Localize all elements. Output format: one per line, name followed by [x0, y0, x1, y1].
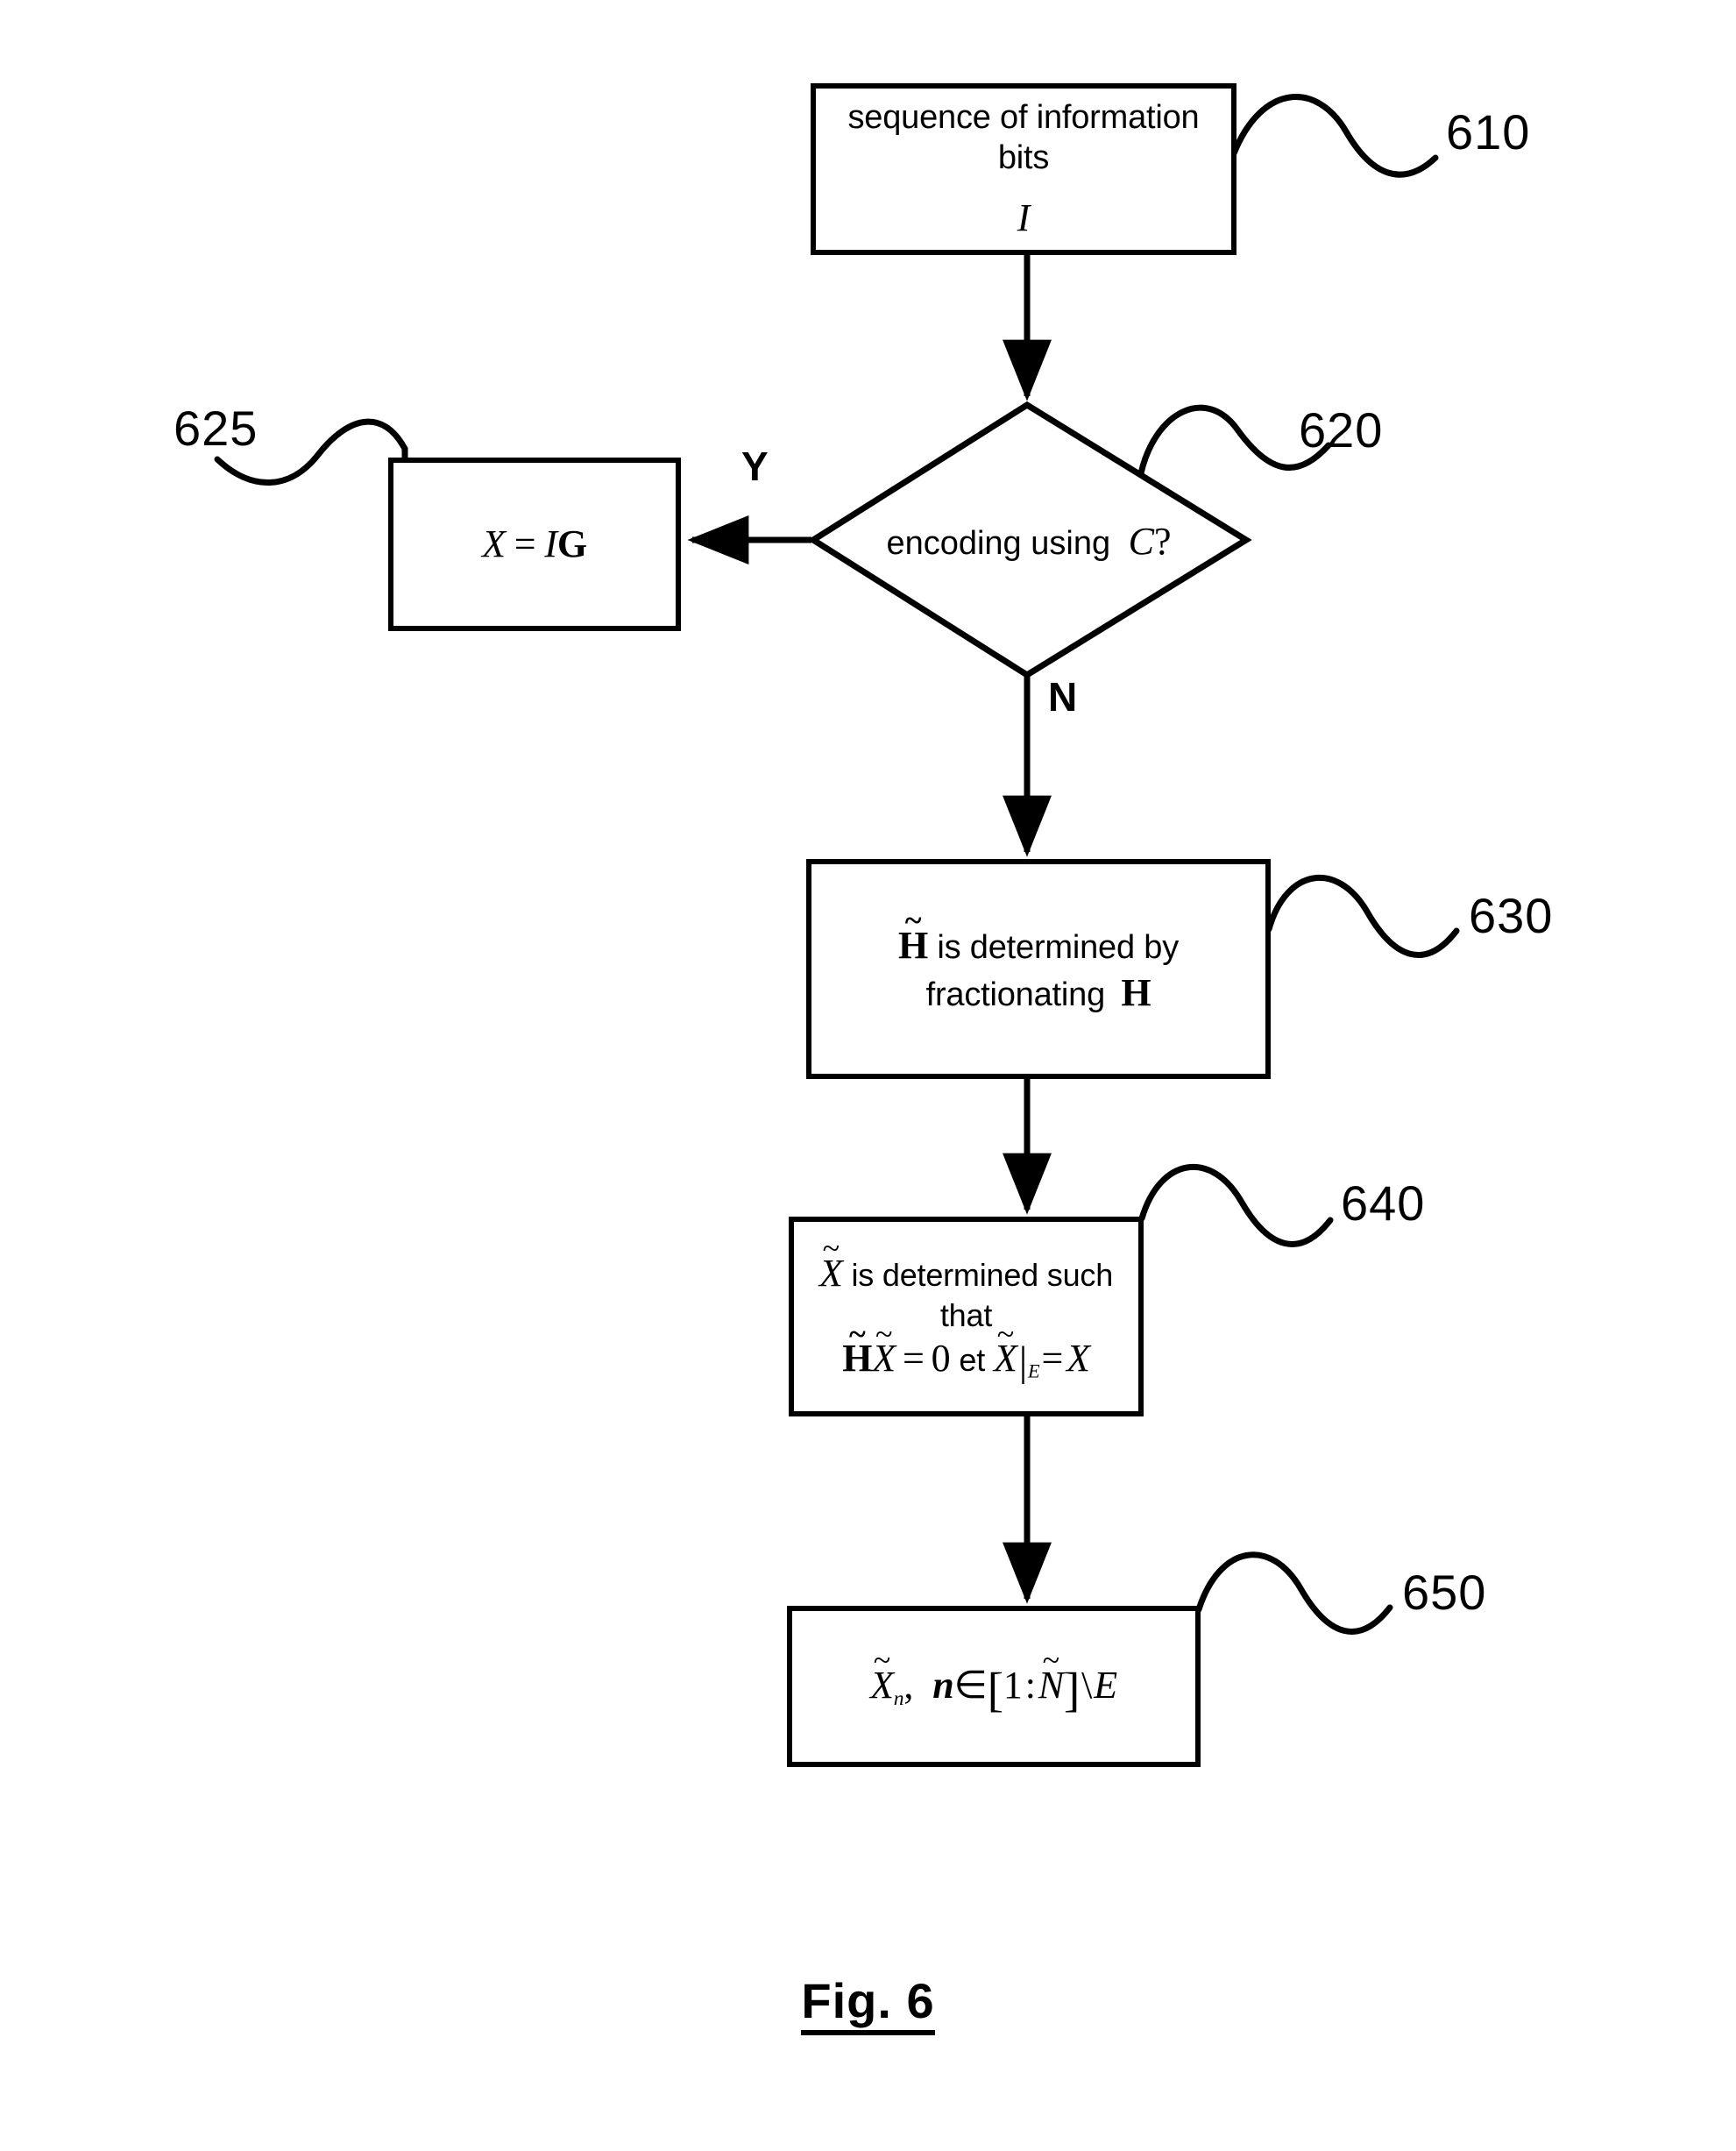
reference-numeral-610: 610 [1446, 104, 1531, 160]
reference-numeral-630: 630 [1469, 888, 1554, 943]
box-625-rhs-bold: G [556, 522, 587, 566]
tilde-accent-icon: ~ [873, 1643, 891, 1679]
box-625-content: X = IG [470, 521, 599, 568]
process-box-610[interactable]: sequence of information bits I [811, 83, 1236, 255]
box-650-range-colon: : [1024, 1663, 1036, 1707]
box-630-line1-text: is determined by [937, 928, 1179, 966]
tilde-accent-icon: ~ [848, 1316, 866, 1352]
leader-line-640 [1138, 1164, 1334, 1247]
box-630-matrix-h-tilde: ~ H [898, 903, 929, 967]
leader-line-650 [1195, 1551, 1393, 1635]
tilde-accent-icon: ~ [875, 1316, 893, 1352]
box-650-range-end-tilde: ~ N [1038, 1643, 1064, 1707]
box-640-restrict-rhs: X [1066, 1337, 1090, 1381]
box-630-content: ~ H is determined by fractionating H [886, 903, 1191, 1016]
box-630-line2-text: fractionating [925, 976, 1106, 1013]
patent-flowchart-figure: sequence of information bits I encoding … [0, 0, 1736, 2151]
box-640-restrict-subscript: E [1028, 1359, 1040, 1382]
box-610-symbol: I [1017, 195, 1031, 239]
box-650-var-x-tilde: ~ X [870, 1643, 894, 1707]
box-650-index-var: n [932, 1663, 954, 1707]
restriction-bar-icon: | [1018, 1339, 1028, 1386]
reference-numeral-650: 650 [1402, 1565, 1487, 1620]
decision-label-620[interactable]: encoding using C? [813, 519, 1244, 564]
box-640-eq-var-x-tilde: ~ X [872, 1316, 896, 1381]
leader-line-630 [1265, 875, 1460, 958]
process-box-625[interactable]: X = IG [388, 458, 681, 631]
box-640-eq-zero: 0 [931, 1337, 951, 1381]
box-650-var-subscript: n [893, 1686, 904, 1710]
box-640-content: ~ X is determined such that ~ H ~ X = 0 et ~ X|E=… [794, 1231, 1138, 1386]
box-650-range-start: 1 [1003, 1663, 1023, 1707]
box-625-equals: = [514, 522, 536, 566]
branch-label-no: N [1048, 674, 1078, 720]
figure-caption: Fig. 6 [0, 1972, 1736, 2035]
box-610-content: sequence of information bits I [836, 97, 1212, 241]
box-650-content: ~ Xn, n∈[1: ~ N]\E [858, 1643, 1130, 1717]
box-640-eq-sign: = [902, 1337, 925, 1381]
box-640-restrict-eq: = [1041, 1337, 1064, 1381]
decision-620-symbol: C [1128, 520, 1155, 563]
box-625-lhs: X [482, 522, 506, 566]
box-640-restrict-var-x-tilde: ~ X [994, 1316, 1017, 1381]
box-640-var-x-tilde: ~ X [818, 1231, 843, 1295]
box-650-bracket-close: ] [1063, 1663, 1081, 1717]
decision-620-suffix: ? [1154, 520, 1172, 563]
box-650-bracket-open: [ [987, 1663, 1003, 1717]
box-610-line2: bits [997, 139, 1050, 177]
process-box-640[interactable]: ~ X is determined such that ~ H ~ X = 0 et ~ X|E=… [789, 1217, 1144, 1416]
box-650-comma: , [903, 1663, 914, 1707]
leader-line-610 [1230, 94, 1439, 178]
box-650-excluded-set: E [1094, 1663, 1117, 1707]
tilde-accent-icon: ~ [996, 1316, 1015, 1352]
tilde-accent-icon: ~ [822, 1231, 840, 1267]
process-box-630[interactable]: ~ H is determined by fractionating H [806, 859, 1271, 1079]
figure-caption-text: Fig. 6 [801, 1973, 935, 2035]
box-625-rhs-italic: I [544, 522, 557, 566]
box-640-conjunction: et [959, 1342, 986, 1379]
decision-620-prefix: encoding using [886, 525, 1111, 562]
box-640-matrix-h-tilde: ~ H [842, 1316, 873, 1381]
box-610-line1: sequence of information [847, 98, 1200, 136]
box-650-setminus-icon: \ [1081, 1663, 1093, 1707]
tilde-accent-icon: ~ [904, 903, 922, 939]
reference-numeral-625: 625 [174, 401, 259, 456]
reference-numeral-620: 620 [1299, 402, 1384, 458]
branch-label-yes: Y [741, 444, 769, 489]
box-630-matrix-h: H [1121, 970, 1151, 1014]
reference-numeral-640: 640 [1341, 1175, 1426, 1231]
process-box-650[interactable]: ~ Xn, n∈[1: ~ N]\E [787, 1606, 1201, 1767]
tilde-accent-icon: ~ [1042, 1643, 1060, 1679]
box-650-member-icon: ∈ [953, 1663, 988, 1707]
